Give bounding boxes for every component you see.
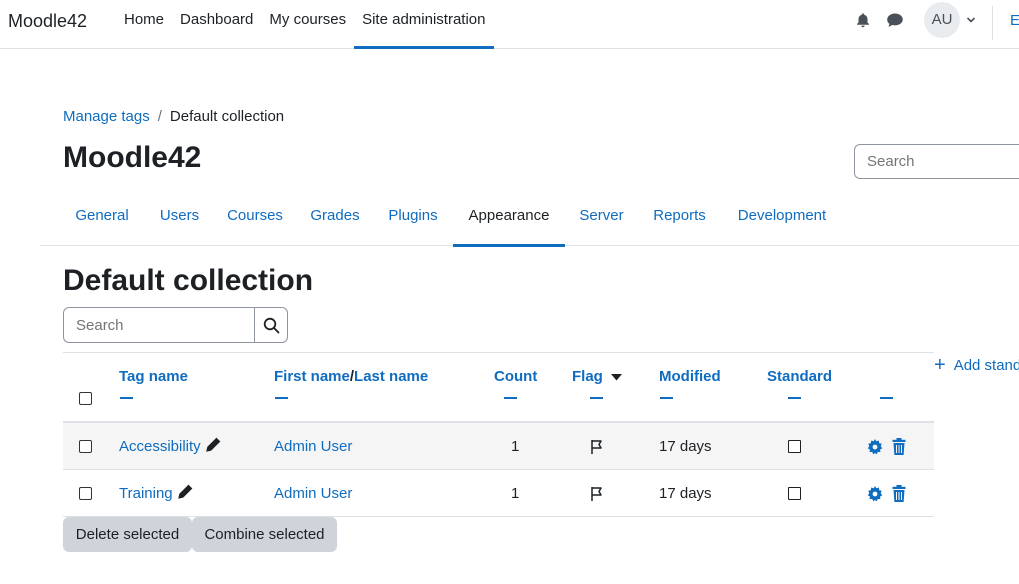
nav-site-administration[interactable]: Site administration [354, 0, 494, 49]
bell-icon[interactable] [855, 12, 871, 28]
user-link[interactable]: Admin User [274, 485, 352, 502]
header-flag-label: Flag [572, 368, 603, 385]
header-count[interactable]: Count [494, 368, 537, 385]
tab-plugins[interactable]: Plugins [373, 186, 453, 246]
site-title: Moodle42 [63, 141, 202, 174]
add-standard-tags-link[interactable]: + Add stand [934, 353, 1019, 376]
header-modified[interactable]: Modified [659, 368, 721, 385]
tab-server[interactable]: Server [565, 186, 638, 246]
tag-link[interactable]: Accessibility [119, 438, 201, 455]
trash-icon[interactable] [892, 438, 906, 455]
tag-link[interactable]: Training [119, 485, 173, 502]
nav-my-courses[interactable]: My courses [261, 0, 354, 48]
tag-search [63, 307, 288, 343]
edit-mode-label[interactable]: E [1010, 12, 1019, 29]
header-standard-hide[interactable] [788, 397, 801, 399]
chat-icon[interactable] [886, 12, 904, 28]
header-names: First name/Last name [274, 368, 428, 385]
header-modified-hide[interactable] [660, 397, 673, 399]
table-row: Training Admin User 1 17 days [63, 470, 934, 517]
count-cell: 1 [511, 438, 520, 455]
standard-checkbox[interactable] [788, 440, 801, 453]
primary-nav: Home Dashboard My courses Site administr… [116, 0, 494, 49]
tag-name-cell: Training [119, 484, 193, 502]
header-flag-hide[interactable] [590, 397, 603, 399]
top-navbar: Moodle42 Home Dashboard My courses Site … [0, 0, 1019, 49]
header-tag-name[interactable]: Tag name [119, 368, 188, 385]
tab-general[interactable]: General [63, 186, 141, 246]
plus-icon: + [934, 354, 946, 376]
header-last-name[interactable]: Last name [354, 368, 428, 385]
nav-divider [992, 6, 993, 40]
pencil-icon[interactable] [205, 437, 221, 453]
tag-search-button[interactable] [254, 307, 288, 343]
header-first-name[interactable]: First name [274, 368, 350, 385]
delete-selected-button[interactable]: Delete selected [63, 517, 192, 552]
tab-development[interactable]: Development [721, 186, 843, 246]
table-row: Accessibility Admin User 1 17 days [63, 423, 934, 470]
row-checkbox[interactable] [79, 440, 92, 453]
tab-courses[interactable]: Courses [213, 186, 297, 246]
tab-grades[interactable]: Grades [297, 186, 373, 246]
gear-icon[interactable] [867, 486, 883, 502]
header-standard[interactable]: Standard [767, 368, 832, 385]
chevron-down-icon[interactable] [966, 15, 976, 25]
breadcrumb: Manage tags / Default collection [63, 108, 284, 125]
admin-search-input[interactable] [854, 144, 1019, 179]
header-tag-name-hide[interactable] [120, 397, 133, 399]
search-icon [263, 317, 280, 334]
add-standard-label: Add stand [953, 357, 1019, 374]
breadcrumb-separator: / [157, 108, 162, 125]
tag-name-cell: Accessibility [119, 437, 221, 455]
page-heading: Default collection [63, 264, 314, 297]
breadcrumb-current: Default collection [169, 108, 285, 125]
header-flag[interactable]: Flag [572, 368, 623, 385]
modified-cell: 17 days [659, 438, 712, 455]
tag-search-input[interactable] [63, 307, 255, 343]
breadcrumb-manage-tags[interactable]: Manage tags [63, 108, 150, 125]
sort-desc-icon [611, 374, 623, 381]
select-all-checkbox[interactable] [79, 392, 92, 405]
combine-selected-button[interactable]: Combine selected [192, 517, 337, 552]
header-count-hide[interactable] [504, 397, 517, 399]
site-brand[interactable]: Moodle42 [8, 11, 87, 32]
count-cell: 1 [511, 485, 520, 502]
gear-icon[interactable] [867, 439, 883, 455]
user-link[interactable]: Admin User [274, 438, 352, 455]
flag-icon[interactable] [589, 486, 605, 502]
standard-checkbox[interactable] [788, 487, 801, 500]
admin-tabs: General Users Courses Grades Plugins App… [40, 186, 1019, 247]
nav-dashboard[interactable]: Dashboard [172, 0, 261, 48]
tab-appearance[interactable]: Appearance [453, 186, 565, 247]
header-names-hide[interactable] [275, 397, 288, 399]
trash-icon[interactable] [892, 485, 906, 502]
nav-home[interactable]: Home [116, 0, 172, 48]
user-avatar[interactable]: AU [924, 2, 960, 38]
flag-icon[interactable] [589, 439, 605, 455]
table-header: Tag name First name/Last name Count Flag… [63, 352, 934, 423]
row-checkbox[interactable] [79, 487, 92, 500]
pencil-icon[interactable] [177, 484, 193, 500]
tab-reports[interactable]: Reports [638, 186, 721, 246]
header-actions-hide[interactable] [880, 397, 893, 399]
modified-cell: 17 days [659, 485, 712, 502]
tab-users[interactable]: Users [146, 186, 213, 246]
